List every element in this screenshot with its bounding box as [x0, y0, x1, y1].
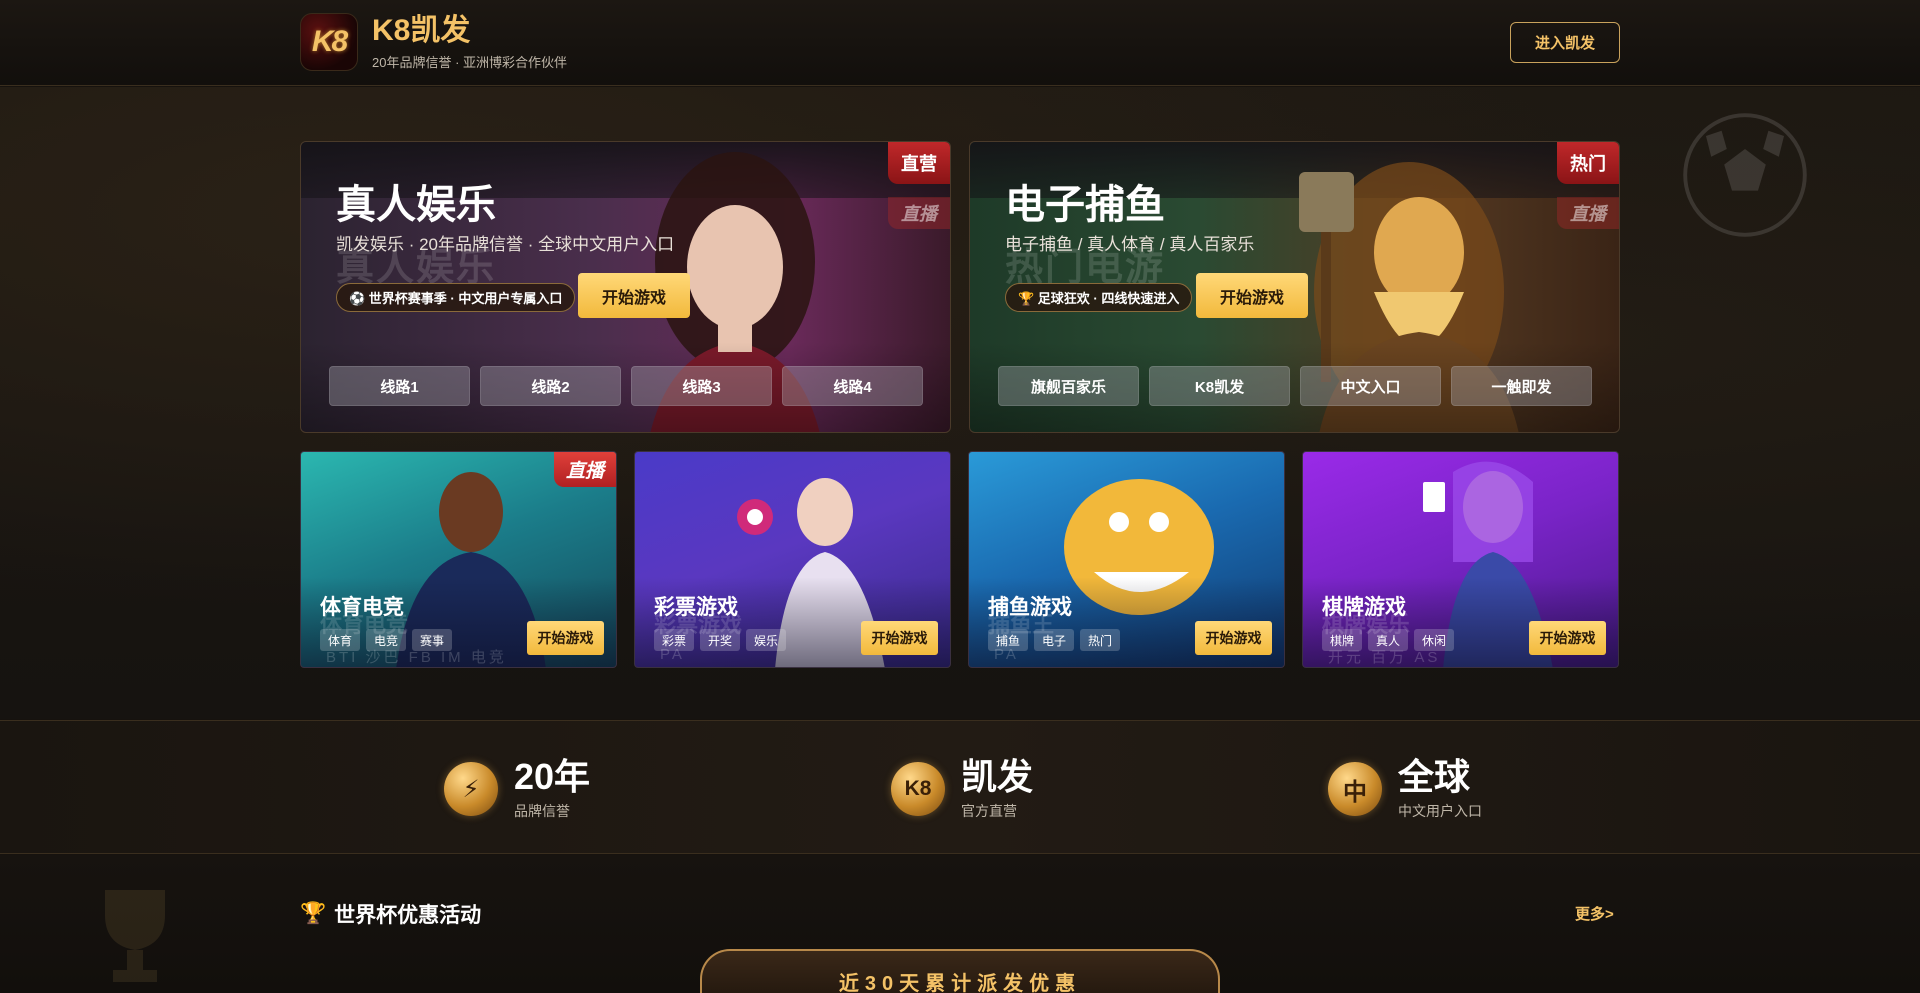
- tag-list: 捕鱼 电子 热门: [988, 629, 1121, 651]
- card-subtitle: 凯发娱乐 · 20年品牌信誉 · 全球中文用户入口: [336, 235, 675, 254]
- flagship-baccarat-button[interactable]: 旗舰百家乐: [998, 366, 1139, 406]
- card-title: 真人娱乐: [336, 183, 496, 227]
- trophy-decoration-icon: [105, 890, 165, 982]
- card-title: 体育电竞: [320, 596, 404, 619]
- tag: 体育: [320, 629, 361, 651]
- stats-strip: ⚡ 20年 品牌信誉 K8 凯发 官方直营 中 全球 中文用户入口: [0, 720, 1920, 854]
- stat-label: 官方直营: [961, 803, 1017, 819]
- start-game-button[interactable]: 开始游戏: [1529, 621, 1606, 655]
- start-game-button[interactable]: 开始游戏: [578, 273, 690, 318]
- fishing-card[interactable]: 捕鱼王 PA 捕鱼游戏 捕鱼 电子 热门 开始游戏: [968, 451, 1285, 668]
- tag: 娱乐: [746, 629, 787, 651]
- chinese-char-icon: 中: [1328, 762, 1382, 816]
- trophy-icon: 🏆: [300, 902, 327, 925]
- promo-banner: 近30天累计派发优惠: [700, 949, 1220, 993]
- start-game-button[interactable]: 开始游戏: [527, 621, 604, 655]
- tag: 彩票: [654, 629, 695, 651]
- tag-list: 体育 电竞 赛事: [320, 629, 453, 651]
- chinese-entry-button[interactable]: 中文入口: [1300, 366, 1441, 406]
- fishing-slots-card[interactable]: 热门电游 电子捕鱼 电子捕鱼 / 真人体育 / 真人百家乐 🏆 足球狂欢 · 四…: [969, 141, 1620, 433]
- card-title: 捕鱼游戏: [988, 596, 1072, 619]
- live-casino-card[interactable]: 真人娱乐 真人娱乐 凯发娱乐 · 20年品牌信誉 · 全球中文用户入口 ⚽ 世界…: [300, 141, 951, 433]
- live-badge: 直播: [554, 452, 616, 487]
- line-3-button[interactable]: 线路3: [631, 366, 772, 406]
- brand-logo-link[interactable]: K8 K8凯发 20年品牌信誉 · 亚洲博彩合作伙伴: [300, 13, 567, 71]
- line-button-row: 线路1 线路2 线路3 线路4: [329, 366, 923, 406]
- promo-heading: 🏆 世界杯优惠活动: [300, 899, 481, 929]
- tag-list: 棋牌 真人 休闲: [1322, 629, 1455, 651]
- line-4-button[interactable]: 线路4: [782, 366, 923, 406]
- start-game-button[interactable]: 开始游戏: [861, 621, 938, 655]
- stat-official: K8 凯发 官方直营: [891, 757, 1033, 821]
- stat-global: 中 全球 中文用户入口: [1328, 757, 1482, 821]
- stat-label: 品牌信誉: [514, 803, 570, 819]
- brand-tagline: 20年品牌信誉 · 亚洲博彩合作伙伴: [372, 54, 568, 70]
- k8-kaifa-button[interactable]: K8凯发: [1149, 366, 1290, 406]
- logo-text: K8: [311, 25, 348, 58]
- card-title: 电子捕鱼: [1005, 183, 1165, 227]
- tag: 棋牌: [1322, 629, 1363, 651]
- stat-label: 中文用户入口: [1398, 803, 1482, 819]
- card-subtitle: 电子捕鱼 / 真人体育 / 真人百家乐: [1005, 235, 1255, 254]
- lightning-icon: ⚡: [444, 762, 498, 816]
- stat-years: ⚡ 20年 品牌信誉: [444, 757, 590, 821]
- promo-title-text: 世界杯优惠活动: [334, 904, 482, 927]
- promo-pill: ⚽ 世界杯赛事季 · 中文用户专属入口: [336, 283, 576, 312]
- hot-badge: 热门: [1557, 142, 1619, 184]
- one-touch-button[interactable]: 一触即发: [1451, 366, 1592, 406]
- tag: 捕鱼: [988, 629, 1029, 651]
- tag: 电子: [1034, 629, 1075, 651]
- start-game-button[interactable]: 开始游戏: [1196, 273, 1308, 318]
- tag: 开奖: [700, 629, 741, 651]
- more-link[interactable]: 更多>: [1575, 903, 1614, 924]
- line-2-button[interactable]: 线路2: [480, 366, 621, 406]
- stat-value: 20年: [514, 756, 591, 797]
- tag: 真人: [1368, 629, 1409, 651]
- tag: 电竞: [366, 629, 407, 651]
- soccer-ball-decoration-icon: [1683, 113, 1807, 237]
- line-1-button[interactable]: 线路1: [329, 366, 470, 406]
- k8-logo-icon: K8: [300, 13, 358, 71]
- live-ghost-badge: 直播: [888, 197, 950, 229]
- tag: 赛事: [412, 629, 453, 651]
- sports-esports-card[interactable]: 体育电竞 BTI 沙巴 FB IM 电竞 体育电竞 体育 电竞 赛事 开始游戏 …: [300, 451, 617, 668]
- promo-pill: 🏆 足球狂欢 · 四线快速进入: [1005, 283, 1193, 312]
- start-game-button[interactable]: 开始游戏: [1195, 621, 1272, 655]
- live-ghost-badge: 直播: [1557, 197, 1619, 229]
- lottery-card[interactable]: 彩票游戏 PA 彩票游戏 彩票 开奖 娱乐 开始游戏: [634, 451, 951, 668]
- direct-badge: 直营: [888, 142, 950, 184]
- chess-card-games-card[interactable]: 棋牌娱乐 开元 百万 AS 棋牌游戏 棋牌 真人 休闲 开始游戏: [1302, 451, 1619, 668]
- tag-list: 彩票 开奖 娱乐: [654, 629, 787, 651]
- line-button-row: 旗舰百家乐 K8凯发 中文入口 一触即发: [998, 366, 1592, 406]
- stat-value: 凯发: [961, 756, 1034, 797]
- stat-value: 全球: [1398, 756, 1471, 797]
- tag: 热门: [1080, 629, 1121, 651]
- promo-banner-text: 近30天累计派发优惠: [838, 973, 1082, 993]
- card-title: 棋牌游戏: [1322, 596, 1406, 619]
- card-title: 彩票游戏: [654, 596, 738, 619]
- brand-name: K8凯发: [372, 13, 471, 47]
- site-header: K8 K8凯发 20年品牌信誉 · 亚洲博彩合作伙伴 进入凯发: [0, 0, 1920, 86]
- tag: 休闲: [1414, 629, 1455, 651]
- main-section-background: [0, 87, 1920, 719]
- enter-k8-button[interactable]: 进入凯发: [1510, 22, 1620, 63]
- k8-icon: K8: [891, 762, 945, 816]
